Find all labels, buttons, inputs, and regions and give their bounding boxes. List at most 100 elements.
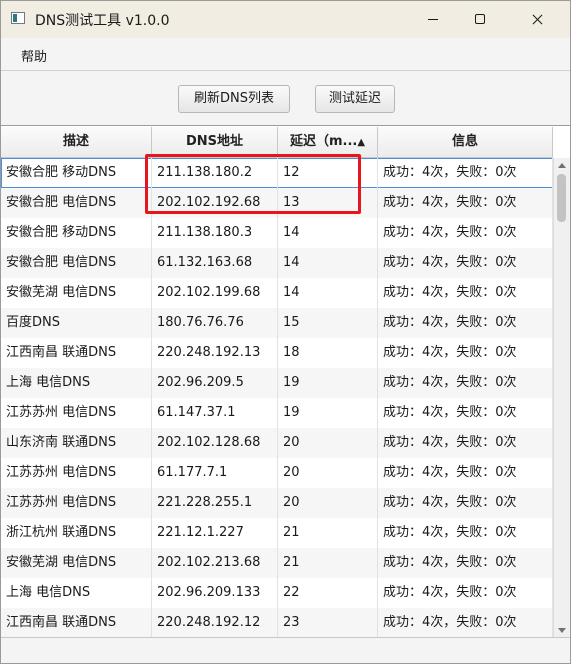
cell-info: 成功：4次，失败：0次	[378, 248, 553, 278]
cell-info: 成功：4次，失败：0次	[378, 548, 553, 578]
cell-info: 成功：4次，失败：0次	[378, 578, 553, 608]
cell-dns-address: 202.96.209.133	[152, 578, 278, 608]
minimize-button[interactable]	[410, 1, 456, 38]
table-row[interactable]: 江西南昌 联通DNS 220.248.192.12 23 成功：4次，失败：0次	[1, 608, 553, 638]
cell-dns-address: 221.12.1.227	[152, 518, 278, 548]
cell-info: 成功：4次，失败：0次	[378, 398, 553, 428]
cell-description: 百度DNS	[1, 308, 152, 338]
cell-latency: 14	[278, 278, 378, 308]
cell-description: 江西南昌 联通DNS	[1, 608, 152, 638]
cell-latency: 14	[278, 248, 378, 278]
window-title: DNS测试工具 v1.0.0	[35, 13, 170, 29]
cell-description: 安徽合肥 移动DNS	[1, 158, 152, 188]
table-row[interactable]: 上海 电信DNS 202.96.209.5 19 成功：4次，失败：0次	[1, 368, 553, 398]
cell-latency: 23	[278, 608, 378, 638]
cell-info: 成功：4次，失败：0次	[378, 518, 553, 548]
cell-description: 山东济南 联通DNS	[1, 428, 152, 458]
cell-description: 江苏苏州 电信DNS	[1, 488, 152, 518]
test-latency-button[interactable]: 测试延迟	[315, 85, 395, 113]
cell-dns-address: 202.102.128.68	[152, 428, 278, 458]
scroll-up-arrow-icon[interactable]	[558, 163, 566, 168]
table-row[interactable]: 江苏苏州 电信DNS 61.147.37.1 19 成功：4次，失败：0次	[1, 398, 553, 428]
cell-description: 上海 电信DNS	[1, 578, 152, 608]
table-row[interactable]: 安徽合肥 电信DNS 61.132.163.68 14 成功：4次，失败：0次	[1, 248, 553, 278]
cell-latency: 19	[278, 368, 378, 398]
app-icon	[11, 12, 25, 24]
cell-dns-address: 61.132.163.68	[152, 248, 278, 278]
cell-description: 安徽合肥 移动DNS	[1, 218, 152, 248]
cell-description: 安徽合肥 电信DNS	[1, 188, 152, 218]
cell-latency: 20	[278, 488, 378, 518]
cell-dns-address: 220.248.192.13	[152, 338, 278, 368]
table-row[interactable]: 上海 电信DNS 202.96.209.133 22 成功：4次，失败：0次	[1, 578, 553, 608]
cell-latency: 15	[278, 308, 378, 338]
cell-description: 上海 电信DNS	[1, 368, 152, 398]
cell-info: 成功：4次，失败：0次	[378, 158, 553, 188]
cell-description: 安徽芜湖 电信DNS	[1, 548, 152, 578]
cell-info: 成功：4次，失败：0次	[378, 218, 553, 248]
table-row[interactable]: 江西南昌 联通DNS 220.248.192.13 18 成功：4次，失败：0次	[1, 338, 553, 368]
cell-info: 成功：4次，失败：0次	[378, 608, 553, 638]
vertical-scrollbar[interactable]	[553, 158, 570, 638]
cell-dns-address: 202.102.213.68	[152, 548, 278, 578]
maximize-button[interactable]	[456, 1, 502, 38]
sort-ascending-icon: ▲	[357, 137, 366, 148]
cell-latency: 21	[278, 518, 378, 548]
column-header-label: 延迟（m...	[289, 134, 358, 149]
table-row[interactable]: 安徽芜湖 电信DNS 202.102.199.68 14 成功：4次，失败：0次	[1, 278, 553, 308]
cell-dns-address: 180.76.76.76	[152, 308, 278, 338]
menu-help[interactable]: 帮助	[21, 46, 47, 65]
cell-dns-address: 202.102.199.68	[152, 278, 278, 308]
column-header-dns-address[interactable]: DNS地址	[152, 127, 278, 157]
column-header-latency[interactable]: 延迟（m...▲	[278, 127, 378, 157]
close-button[interactable]	[515, 1, 561, 38]
cell-description: 安徽合肥 电信DNS	[1, 248, 152, 278]
cell-info: 成功：4次，失败：0次	[378, 458, 553, 488]
cell-description: 江西南昌 联通DNS	[1, 338, 152, 368]
table-row[interactable]: 浙江杭州 联通DNS 221.12.1.227 21 成功：4次，失败：0次	[1, 518, 553, 548]
cell-latency: 20	[278, 428, 378, 458]
table-row[interactable]: 百度DNS 180.76.76.76 15 成功：4次，失败：0次	[1, 308, 553, 338]
table-row[interactable]: 江苏苏州 电信DNS 61.177.7.1 20 成功：4次，失败：0次	[1, 458, 553, 488]
cell-description: 安徽芜湖 电信DNS	[1, 278, 152, 308]
cell-dns-address: 61.147.37.1	[152, 398, 278, 428]
cell-latency: 21	[278, 548, 378, 578]
title-bar: DNS测试工具 v1.0.0	[1, 1, 570, 38]
cell-info: 成功：4次，失败：0次	[378, 188, 553, 218]
scroll-thumb[interactable]	[557, 174, 566, 222]
cell-description: 浙江杭州 联通DNS	[1, 518, 152, 548]
cell-dns-address: 220.248.192.12	[152, 608, 278, 638]
cell-latency: 20	[278, 458, 378, 488]
menu-bar: 帮助	[1, 38, 570, 71]
cell-latency: 14	[278, 218, 378, 248]
column-header-description[interactable]: 描述	[1, 127, 152, 157]
cell-dns-address: 221.228.255.1	[152, 488, 278, 518]
cell-dns-address: 61.177.7.1	[152, 458, 278, 488]
cell-info: 成功：4次，失败：0次	[378, 428, 553, 458]
cell-info: 成功：4次，失败：0次	[378, 308, 553, 338]
column-header-label: DNS地址	[185, 134, 244, 149]
cell-dns-address: 202.96.209.5	[152, 368, 278, 398]
table-row[interactable]: 安徽合肥 移动DNS 211.138.180.3 14 成功：4次，失败：0次	[1, 218, 553, 248]
cell-info: 成功：4次，失败：0次	[378, 488, 553, 518]
refresh-dns-list-button[interactable]: 刷新DNS列表	[178, 85, 290, 113]
cell-dns-address: 211.138.180.3	[152, 218, 278, 248]
table-body: 安徽合肥 移动DNS 211.138.180.2 12 成功：4次，失败：0次 安徽合肥…	[1, 158, 553, 638]
column-header-label: 信息	[451, 134, 478, 149]
horizontal-scrollbar[interactable]	[1, 637, 570, 663]
app-window: DNS测试工具 v1.0.0 帮助 刷新DNS列表 测试延迟 描述 DNS地址 …	[0, 0, 571, 664]
table-row[interactable]: 安徽芜湖 电信DNS 202.102.213.68 21 成功：4次，失败：0次	[1, 548, 553, 578]
cell-info: 成功：4次，失败：0次	[378, 278, 553, 308]
cell-latency: 22	[278, 578, 378, 608]
highlight-annotation-box	[145, 154, 361, 214]
table-row[interactable]: 江苏苏州 电信DNS 221.228.255.1 20 成功：4次，失败：0次	[1, 488, 553, 518]
cell-description: 江苏苏州 电信DNS	[1, 458, 152, 488]
column-header-info[interactable]: 信息	[378, 127, 553, 157]
cell-info: 成功：4次，失败：0次	[378, 338, 553, 368]
cell-description: 江苏苏州 电信DNS	[1, 398, 152, 428]
scroll-down-arrow-icon[interactable]	[558, 628, 566, 633]
table-row[interactable]: 山东济南 联通DNS 202.102.128.68 20 成功：4次，失败：0次	[1, 428, 553, 458]
cell-latency: 19	[278, 398, 378, 428]
cell-latency: 18	[278, 338, 378, 368]
cell-info: 成功：4次，失败：0次	[378, 368, 553, 398]
